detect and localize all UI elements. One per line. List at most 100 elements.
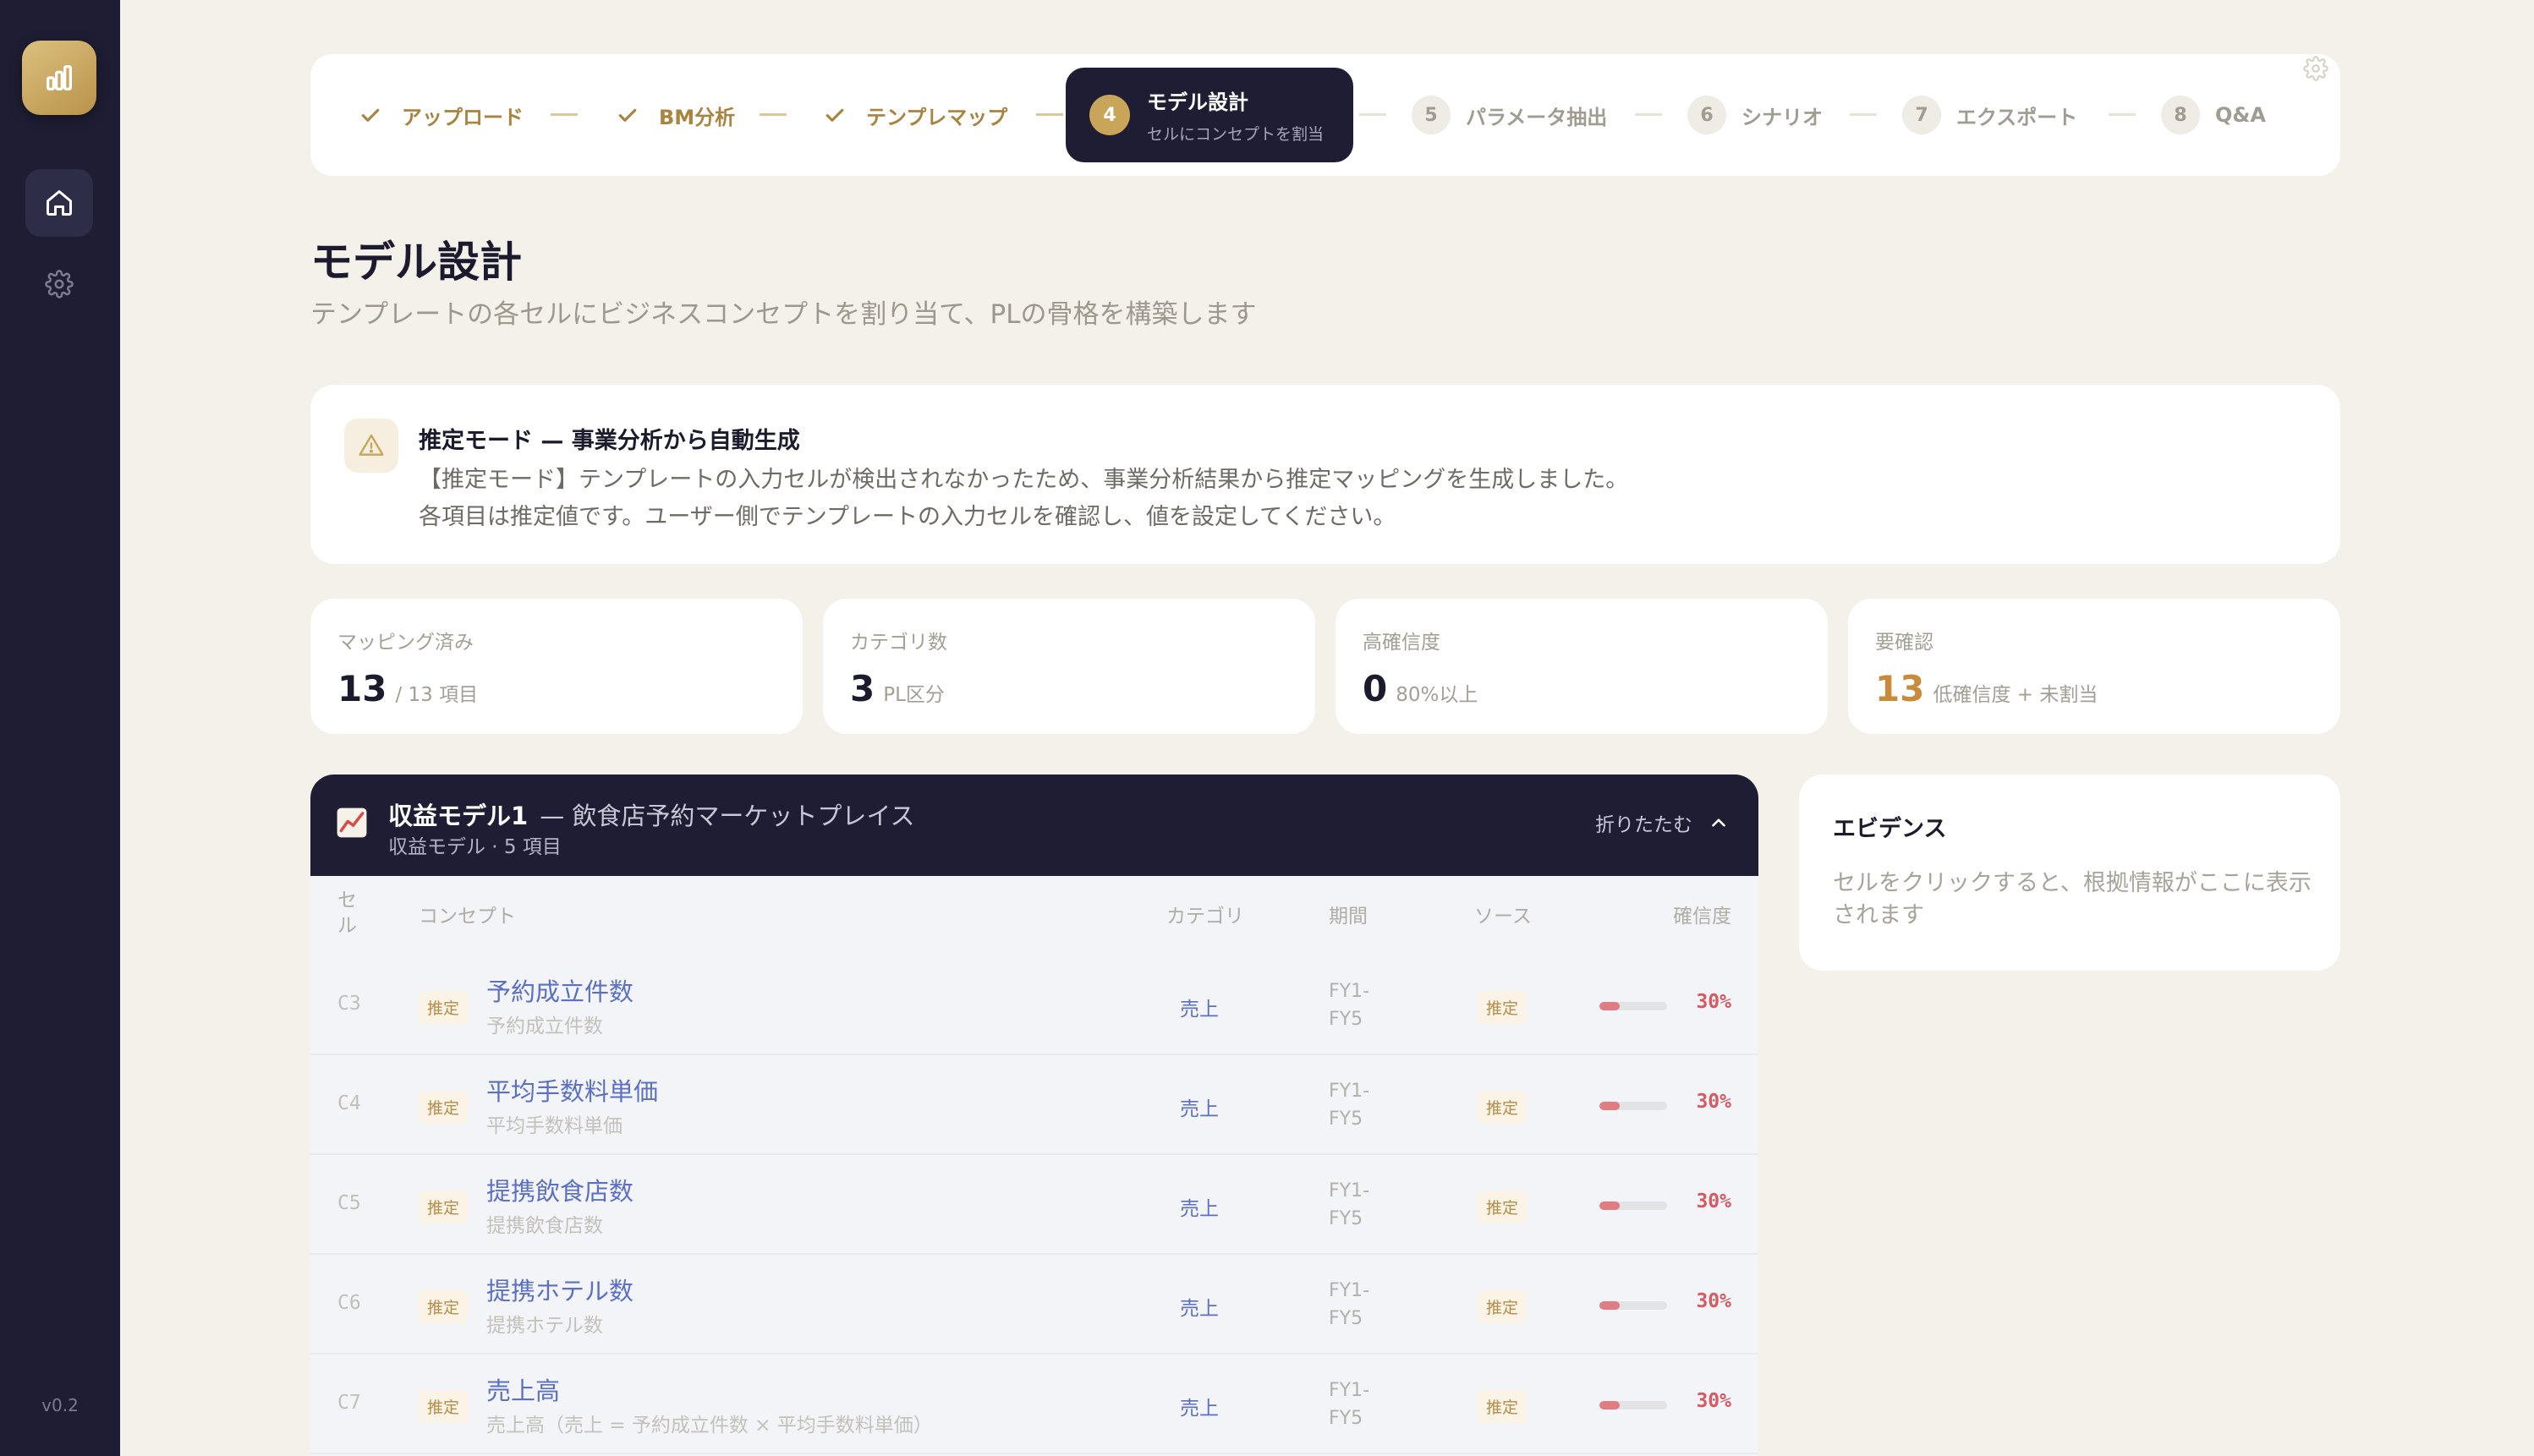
concept-detail: 平均手数料単価 — [486, 1115, 623, 1137]
chevron-up-icon — [1712, 818, 1725, 827]
model-name: 収益モデル1 — [388, 802, 529, 830]
app-logo[interactable] — [22, 41, 96, 115]
stat-label: 要確認 — [1875, 632, 1933, 654]
bar-chart-icon — [47, 65, 72, 91]
stat-unit: 低確信度 + 未割当 — [1933, 684, 2098, 706]
concept-detail: 売上高（売上 = 予約成立件数 × 平均手数料単価） — [486, 1415, 933, 1437]
table-row[interactable]: C7 推定 売上高 売上高（売上 = 予約成立件数 × 平均手数料単価） 売上 … — [310, 1355, 1758, 1454]
estimated-tag: 推定 — [419, 1191, 469, 1223]
concept-name[interactable]: 提携ホテル数 — [486, 1272, 634, 1307]
collapse-label: 折りたたむ — [1595, 814, 1692, 836]
cell-ref: C5 — [337, 1192, 361, 1214]
estimated-tag: 推定 — [419, 991, 469, 1024]
step-label: モデル設計 — [1147, 90, 1248, 114]
step-description: セルにコンセプトを割当 — [1147, 125, 1325, 144]
step-template-map[interactable]: テンプレマップ — [822, 54, 1007, 176]
header-cell: セル — [337, 889, 357, 937]
page-subtitle: テンプレートの各セルにビジネスコンセプトを割り当て、PLの骨格を構築します — [310, 299, 1257, 330]
step-number: 6 — [1687, 96, 1726, 134]
stepper-settings-icon[interactable] — [2303, 56, 2328, 81]
check-icon — [618, 108, 637, 122]
stat-value: 13 — [337, 668, 387, 709]
cell-ref: C6 — [337, 1292, 361, 1314]
confidence-bar — [1599, 1401, 1667, 1409]
stat-card-high-confidence: 高確信度 0 80%以上 — [1336, 599, 1828, 734]
table-row[interactable]: C5 推定 提携飲食店数 提携飲食店数 売上 FY1- FY5 推定 30% — [310, 1155, 1758, 1255]
stat-unit: PL区分 — [883, 684, 945, 706]
period-range: FY1- FY5 — [1329, 1180, 1370, 1229]
stat-unit: 80%以上 — [1396, 684, 1478, 706]
confidence-bar — [1599, 1102, 1667, 1110]
step-scenario[interactable]: 6 シナリオ — [1687, 54, 1823, 176]
stat-card-categories: カテゴリ数 3 PL区分 — [823, 599, 1315, 734]
evidence-panel: エビデンス セルをクリックすると、根拠情報がここに表示されます — [1799, 775, 2340, 971]
sidebar: v0.2 — [0, 0, 120, 1456]
step-label: エクスポート — [1956, 105, 2078, 129]
source-tag: 推定 — [1478, 1091, 1528, 1124]
step-connector — [1036, 113, 1063, 116]
concept-name[interactable]: 売上高 — [486, 1371, 560, 1407]
step-export[interactable]: 7 エクスポート — [1902, 54, 2077, 176]
header-category: カテゴリ — [1166, 906, 1244, 928]
concept-detail: 提携ホテル数 — [486, 1315, 603, 1337]
source-tag: 推定 — [1478, 1290, 1528, 1323]
step-connector — [1850, 113, 1877, 116]
nav-home-button[interactable] — [25, 169, 93, 237]
app-version: v0.2 — [41, 1395, 79, 1415]
confidence-bar — [1599, 1002, 1667, 1010]
cell-ref: C7 — [337, 1392, 361, 1414]
step-upload[interactable]: アップロード — [358, 54, 524, 176]
stat-value: 13 — [1875, 668, 1925, 709]
source-tag: 推定 — [1478, 1390, 1528, 1423]
confidence-value: 30% — [1696, 991, 1731, 1013]
page-title: モデル設計 — [310, 238, 522, 287]
check-icon — [825, 108, 844, 122]
estimated-tag: 推定 — [419, 1390, 469, 1423]
stat-card-needs-review: 要確認 13 低確信度 + 未割当 — [1848, 599, 2340, 734]
revenue-model-panel: 収益モデル1 — 飲食店予約マーケットプレイス 収益モデル · 5 項目 折りたた… — [310, 775, 1758, 1456]
table-row[interactable]: C4 推定 平均手数料単価 平均手数料単価 売上 FY1- FY5 推定 30% — [310, 1055, 1758, 1155]
nav-settings-button[interactable] — [25, 250, 93, 318]
stat-unit: / 13 項目 — [395, 684, 479, 706]
model-header: 収益モデル1 — 飲食店予約マーケットプレイス 収益モデル · 5 項目 折りたた… — [310, 775, 1758, 876]
estimation-mode-notice: 推定モード — 事業分析から自動生成 【推定モード】テンプレートの入力セルが検出… — [310, 385, 2340, 564]
home-icon — [47, 190, 72, 216]
collapse-button[interactable]: 折りたたむ — [1595, 808, 1730, 837]
header-confidence: 確信度 — [1673, 906, 1731, 928]
model-title: 収益モデル1 — 飲食店予約マーケットプレイス — [388, 796, 915, 832]
step-connector — [1635, 113, 1662, 116]
concept-name[interactable]: 予約成立件数 — [486, 972, 634, 1008]
concept-name[interactable]: 提携飲食店数 — [486, 1172, 634, 1207]
category-badge: 売上 — [1180, 1198, 1219, 1220]
period-range: FY1- FY5 — [1329, 981, 1370, 1030]
estimated-tag: 推定 — [419, 1091, 469, 1124]
step-parameter-extraction[interactable]: 5 パラメータ抽出 — [1412, 54, 1607, 176]
stat-value: 0 — [1363, 668, 1388, 709]
step-model-design[interactable]: 4 モデル設計 セルにコンセプトを割当 — [1066, 68, 1353, 162]
table-row[interactable]: C6 推定 提携ホテル数 提携ホテル数 売上 FY1- FY5 推定 30% — [310, 1255, 1758, 1355]
model-subtitle: — 飲食店予約マーケットプレイス — [540, 802, 915, 830]
step-label: シナリオ — [1741, 105, 1823, 129]
source-tag: 推定 — [1478, 1191, 1528, 1223]
step-label: Q&A — [2215, 103, 2266, 127]
concept-name[interactable]: 平均手数料単価 — [486, 1072, 658, 1108]
step-label: テンプレマップ — [866, 105, 1008, 129]
concept-detail: 予約成立件数 — [486, 1015, 603, 1037]
warning-icon-box — [344, 419, 398, 473]
confidence-bar — [1599, 1301, 1667, 1310]
trend-chart-icon — [337, 807, 367, 838]
step-bm-analysis[interactable]: BM分析 — [615, 54, 735, 176]
stat-label: マッピング済み — [337, 632, 474, 654]
evidence-title: エビデンス — [1833, 816, 1947, 842]
step-label: アップロード — [402, 105, 524, 129]
step-label: BM分析 — [659, 105, 736, 129]
model-meta: 収益モデル · 5 項目 — [388, 836, 562, 858]
step-number: 5 — [1412, 96, 1451, 134]
estimated-tag: 推定 — [419, 1290, 469, 1323]
stat-card-mapped: マッピング済み 13 / 13 項目 — [310, 599, 803, 734]
step-number: 4 — [1089, 95, 1130, 135]
table-row[interactable]: C3 推定 予約成立件数 予約成立件数 売上 FY1- FY5 推定 30% — [310, 955, 1758, 1055]
step-connector — [760, 113, 787, 116]
step-qa[interactable]: 8 Q&A — [2161, 54, 2266, 176]
confidence-value: 30% — [1696, 1091, 1731, 1113]
